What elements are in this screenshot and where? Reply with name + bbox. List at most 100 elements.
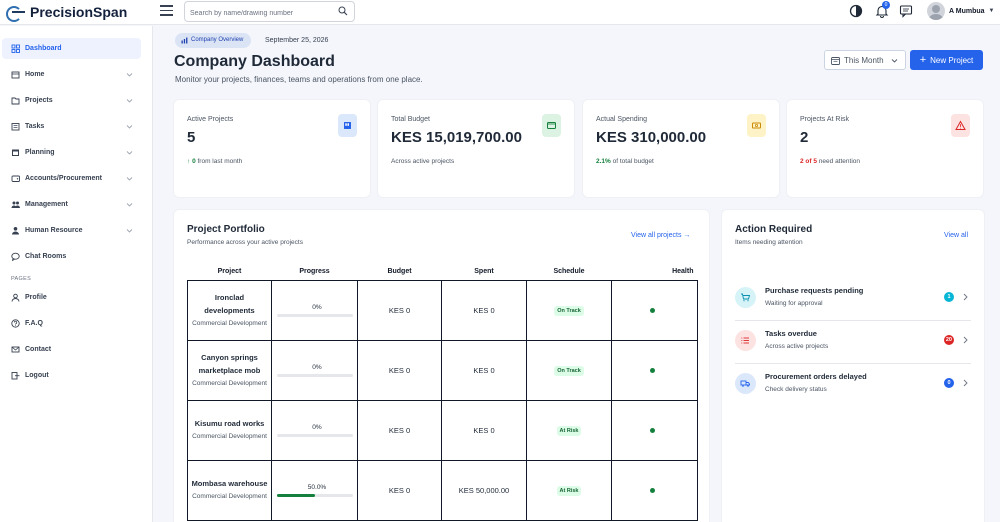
- progress-bar: [277, 433, 353, 437]
- stat-card-total-budget: Total Budget KES 15,019,700.00 Across acti…: [378, 100, 574, 197]
- action-item[interactable]: Purchase requests pending Waiting for app…: [735, 279, 971, 321]
- view-all-projects-link[interactable]: View all projects →: [631, 232, 690, 239]
- progress-bar: [277, 373, 353, 377]
- project-category: Commercial Development: [192, 319, 267, 327]
- chevron-down-icon: [126, 203, 133, 207]
- sidebar-item-label: Logout: [25, 372, 49, 379]
- health-cell: [611, 399, 698, 461]
- progress-percent: 0%: [312, 423, 322, 431]
- action-item-title: Purchase requests pending: [765, 286, 864, 295]
- progress-bar: [277, 493, 353, 497]
- progress-cell: 0%: [271, 399, 358, 461]
- spent-cell: KES 0: [441, 399, 527, 461]
- table-row[interactable]: Canyon springs marketplace mob Commercial…: [187, 339, 698, 401]
- notification-badge: 0: [882, 1, 890, 9]
- page-subtitle: Monitor your projects, finances, teams a…: [175, 75, 423, 84]
- stat-label: Total Budget: [391, 116, 430, 123]
- project-name[interactable]: Ironclad developments: [191, 291, 268, 317]
- avatar: [927, 2, 945, 20]
- budget-cell: KES 0: [357, 339, 442, 401]
- person-icon: [11, 293, 20, 302]
- project-cell: Kisumu road works Commercial Development: [187, 399, 272, 461]
- project-name[interactable]: Canyon springs marketplace mob: [191, 351, 268, 377]
- theme-toggle-icon[interactable]: [849, 4, 863, 18]
- breadcrumb[interactable]: Company Overview: [175, 33, 252, 48]
- grid-icon: [11, 44, 20, 53]
- sidebar-item-chat-rooms[interactable]: Chat Rooms: [2, 246, 141, 267]
- sidebar-item-human-resource[interactable]: Human Resource: [2, 220, 141, 241]
- project-name[interactable]: Mombasa warehouse: [191, 477, 268, 490]
- period-select-value: This Month: [844, 55, 884, 65]
- stat-foot-text: Across active projects: [391, 158, 455, 165]
- action-item[interactable]: Procurement orders delayed Check delivery…: [735, 365, 971, 407]
- home-icon: [11, 71, 20, 79]
- sidebar-item-projects[interactable]: Projects: [2, 90, 141, 111]
- stat-card-actual-spending: Actual Spending KES 310,000.00 2.1% of tot…: [583, 100, 779, 197]
- sidebar-item-profile[interactable]: Profile: [2, 287, 141, 308]
- sidebar-item-dashboard[interactable]: Dashboard: [2, 38, 141, 59]
- user-menu[interactable]: A Mumbua ▼: [927, 2, 994, 20]
- sidebar-item-f-a-q[interactable]: F.A.Q: [2, 313, 141, 334]
- view-all-actions-link[interactable]: View all: [944, 232, 968, 239]
- sidebar-item-tasks[interactable]: Tasks: [2, 116, 141, 137]
- sidebar-item-accounts-procurement[interactable]: Accounts/Procurement: [2, 168, 141, 189]
- project-category: Commercial Development: [192, 433, 267, 440]
- stat-label: Active Projects: [187, 116, 234, 123]
- stat-label: Actual Spending: [596, 116, 647, 123]
- progress-cell: 50.0%: [271, 459, 358, 521]
- progress-bar-fill: [277, 493, 315, 497]
- health-cell: [611, 339, 698, 401]
- sidebar-item-label: Accounts/Procurement: [25, 175, 103, 182]
- spent-cell: KES 50,000.00: [441, 459, 527, 521]
- sidebar-item-home[interactable]: Home: [2, 64, 141, 85]
- schedule-cell: On Track: [526, 279, 612, 341]
- chart-icon: [181, 37, 188, 44]
- period-select[interactable]: This Month: [824, 50, 906, 70]
- chevron-down-icon: [126, 125, 133, 129]
- progress-bar: [277, 313, 353, 317]
- sidebar-item-contact[interactable]: Contact: [2, 339, 141, 360]
- project-category: Commercial Development: [192, 493, 267, 500]
- budget-cell: KES 0: [357, 399, 442, 461]
- stat-footnote: 2 of 5 need attention: [800, 158, 860, 165]
- column-header-budget: Budget: [357, 263, 442, 280]
- schedule-cell: On Track: [526, 339, 612, 401]
- plus-icon: +: [919, 54, 927, 66]
- new-project-label: New Project: [930, 55, 974, 65]
- health-indicator: [650, 487, 655, 493]
- search-icon[interactable]: [338, 6, 348, 16]
- budget-cell: KES 0: [357, 279, 442, 341]
- briefcase-icon: [338, 114, 357, 137]
- menu-toggle-icon[interactable]: [160, 5, 173, 17]
- stat-card-projects-at-risk: Projects At Risk 2 2 of 5 need attention: [787, 100, 983, 197]
- help-icon: [11, 319, 20, 328]
- view-all-projects-label: View all projects: [631, 232, 682, 239]
- main-content: Company Overview September 25, 2026 Comp…: [153, 26, 1000, 522]
- project-name[interactable]: Kisumu road works: [191, 417, 268, 430]
- action-item-subtitle: Check delivery status: [765, 386, 827, 393]
- new-project-button[interactable]: + New Project: [910, 50, 983, 70]
- sidebar-item-planning[interactable]: Planning: [2, 142, 141, 163]
- project-cell: Canyon springs marketplace mob Commercial…: [187, 339, 272, 401]
- chevron-right-icon: [963, 336, 968, 344]
- table-row[interactable]: Kisumu road works Commercial Development 0…: [187, 399, 698, 461]
- table-row[interactable]: Ironclad developments Commercial Developm…: [187, 279, 698, 341]
- action-count-badge: 20: [943, 335, 954, 345]
- search-input[interactable]: [185, 4, 330, 23]
- schedule-cell: At Risk: [526, 459, 612, 521]
- brand[interactable]: PrecisionSpan: [6, 4, 127, 22]
- logout-icon: [11, 372, 20, 380]
- table-row[interactable]: Mombasa warehouse Commercial Development 5…: [187, 459, 698, 521]
- action-required-card: Action Required Items needing attention …: [722, 210, 984, 522]
- project-cell: Mombasa warehouse Commercial Development: [187, 459, 272, 521]
- stat-value: 5: [187, 129, 196, 146]
- messages-icon[interactable]: [899, 4, 913, 18]
- progress-percent: 0%: [312, 363, 322, 371]
- calendar-icon: [12, 149, 19, 156]
- sidebar-item-management[interactable]: Management: [2, 194, 141, 215]
- action-item[interactable]: Tasks overdue Across active projects 20: [735, 322, 971, 364]
- notifications-button[interactable]: 0: [875, 1, 890, 18]
- sidebar-item-logout[interactable]: Logout: [2, 365, 141, 386]
- health-indicator: [650, 427, 655, 433]
- progress-percent: 0%: [312, 303, 322, 311]
